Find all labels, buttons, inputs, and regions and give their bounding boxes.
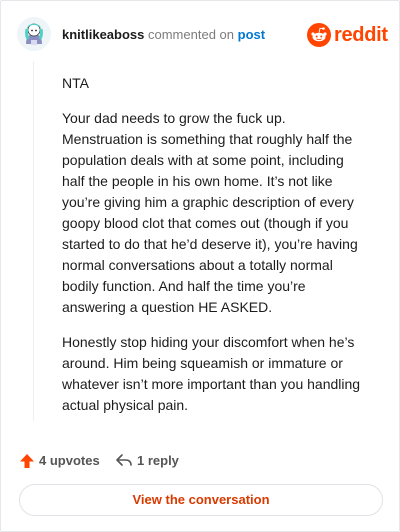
reddit-logo-icon [307, 23, 331, 47]
post-link[interactable]: post [238, 27, 265, 42]
comment-paragraph: Your dad needs to grow the fuck up. Mens… [62, 110, 358, 315]
upvote-count: 4 upvotes [39, 453, 100, 468]
comment-embed-card: knitlikeaboss commented on post reddit N… [0, 0, 400, 532]
view-conversation-button[interactable]: View the conversation [19, 484, 383, 516]
comment-paragraph: Honestly stop hiding your discomfort whe… [62, 334, 361, 413]
reddit-wordmark: reddit [334, 24, 388, 46]
user-avatar[interactable] [17, 17, 51, 51]
comment-body: NTA Your dad needs to grow the fuck up. … [62, 73, 367, 430]
comment-actions: 4 upvotes 1 reply [19, 451, 383, 471]
thread-line [33, 61, 34, 421]
username-link[interactable]: knitlikeaboss [62, 27, 144, 42]
comment-header: knitlikeaboss commented on post reddit [17, 17, 388, 51]
comment-paragraph: NTA [62, 75, 89, 91]
upvote-arrow-icon [20, 454, 34, 468]
comment-meta: knitlikeaboss commented on post [62, 27, 265, 43]
reply-count: 1 reply [137, 453, 179, 468]
reddit-logo[interactable]: reddit [307, 22, 388, 48]
commented-on-text: commented on [148, 27, 234, 42]
reply-icon [116, 454, 132, 466]
